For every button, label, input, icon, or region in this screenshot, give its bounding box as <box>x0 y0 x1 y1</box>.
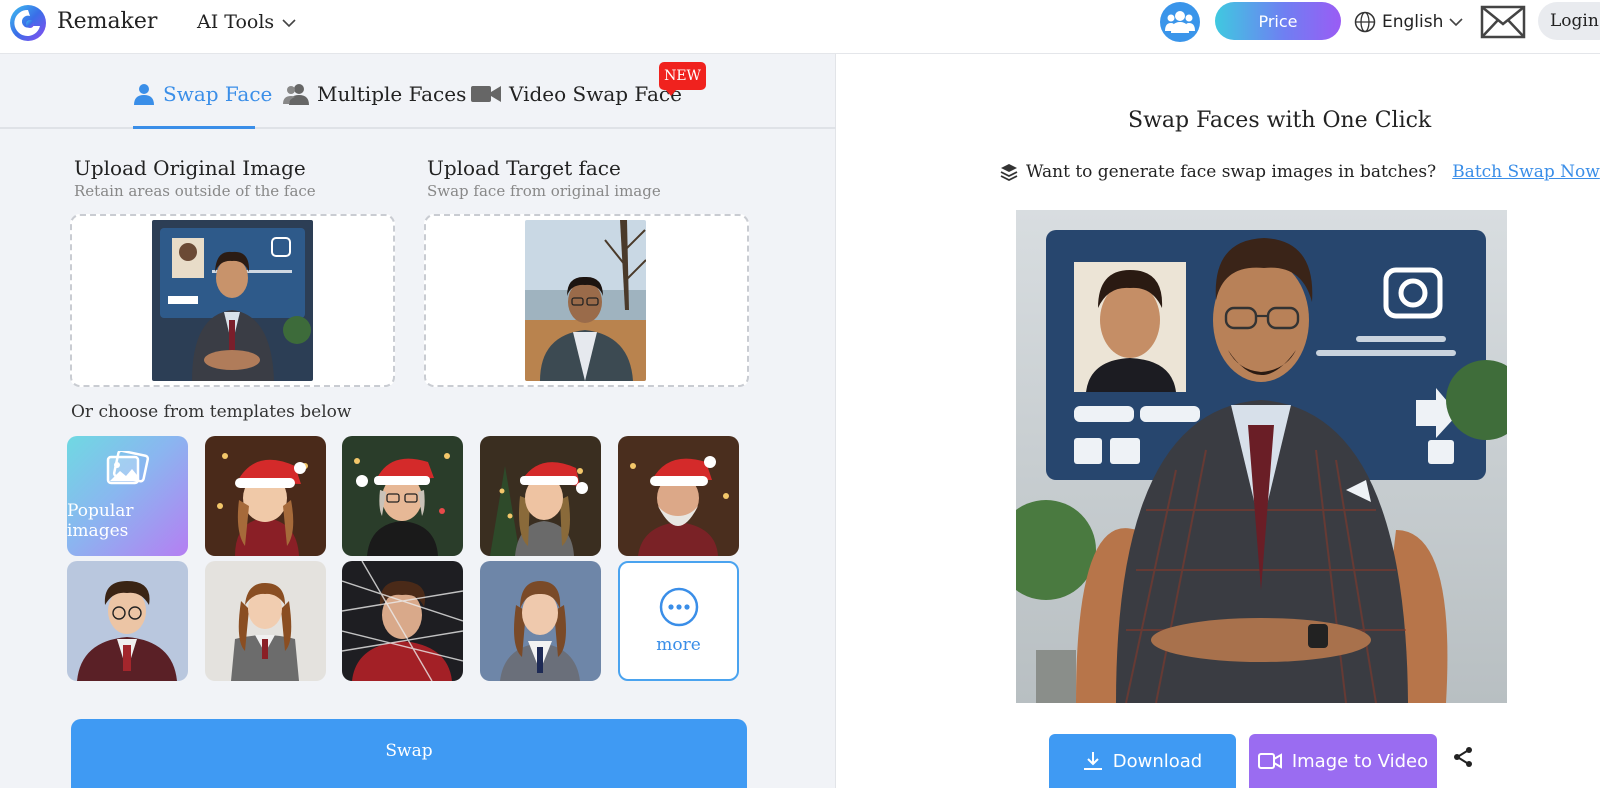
brand-name[interactable]: Remaker <box>57 9 157 34</box>
upload-original-subtitle: Retain areas outside of the face <box>74 182 316 200</box>
result-title: Swap Faces with One Click <box>1128 108 1432 133</box>
video-camera-icon <box>1257 753 1282 769</box>
tab-multiple-faces[interactable]: Multiple Faces <box>283 82 466 106</box>
swap-button[interactable]: Swap <box>71 719 747 788</box>
popular-images-label: Popular images <box>67 501 134 541</box>
image-to-video-button[interactable]: Image to Video <box>1249 734 1437 788</box>
upload-original-title: Upload Original Image <box>74 156 306 180</box>
ai-tools-menu[interactable]: AI Tools <box>197 11 296 33</box>
tab-label: Swap Face <box>163 82 273 106</box>
download-label: Download <box>1112 750 1203 772</box>
template-item[interactable] <box>205 436 326 556</box>
batch-swap-text: Want to generate face swap images in bat… <box>1026 162 1437 182</box>
share-icon[interactable] <box>1451 745 1475 769</box>
target-face-dropzone[interactable] <box>424 214 749 387</box>
result-image <box>1016 210 1507 703</box>
top-navbar: Remaker AI Tools Price English Login <box>0 0 1600 54</box>
template-item[interactable] <box>480 561 601 681</box>
more-dots-icon <box>659 587 698 627</box>
chevron-down-icon <box>1449 17 1463 26</box>
batch-swap-link[interactable]: Batch Swap Now <box>1452 162 1600 182</box>
upload-target-title: Upload Target face <box>427 156 621 180</box>
template-item[interactable] <box>480 436 601 556</box>
tab-label: Video Swap Face <box>509 82 682 106</box>
community-icon[interactable] <box>1160 2 1200 42</box>
template-item[interactable] <box>342 436 463 556</box>
more-templates-tile[interactable]: more <box>618 561 739 681</box>
login-button[interactable]: Login <box>1538 2 1600 40</box>
language-label: English <box>1382 12 1444 32</box>
templates-label: Or choose from templates below <box>71 402 352 422</box>
more-label: more <box>656 635 701 655</box>
ai-tools-label: AI Tools <box>197 11 275 33</box>
batch-swap-row: Want to generate face swap images in bat… <box>1000 162 1600 182</box>
users-group-icon <box>1165 11 1195 33</box>
remaker-logo-icon[interactable] <box>8 2 48 42</box>
original-image-dropzone[interactable] <box>70 214 395 387</box>
download-icon <box>1083 752 1102 770</box>
popular-images-tile[interactable]: Popular images <box>67 436 188 556</box>
target-face-preview <box>525 220 646 381</box>
users-icon <box>283 84 309 105</box>
mode-tabs: Swap Face Multiple Faces Video Swap Face… <box>0 54 836 129</box>
original-image-preview <box>152 220 313 381</box>
mail-icon[interactable] <box>1480 5 1526 39</box>
video-camera-icon <box>471 86 501 102</box>
tab-label: Multiple Faces <box>317 82 467 106</box>
globe-icon <box>1354 11 1376 33</box>
language-selector[interactable]: English <box>1354 11 1463 33</box>
active-tab-indicator <box>133 126 255 129</box>
chevron-down-icon <box>282 18 296 27</box>
price-button[interactable]: Price <box>1215 2 1341 40</box>
template-item[interactable] <box>618 436 739 556</box>
new-badge: NEW <box>659 62 706 96</box>
swap-form-panel: Swap Face Multiple Faces Video Swap Face… <box>0 54 836 788</box>
download-button[interactable]: Download <box>1049 734 1236 788</box>
upload-target-subtitle: Swap face from original image <box>427 182 661 200</box>
images-icon <box>106 451 149 485</box>
user-icon <box>134 84 154 105</box>
tab-video-swap-face[interactable]: Video Swap Face <box>471 82 682 106</box>
template-item[interactable] <box>205 561 326 681</box>
template-item[interactable] <box>342 561 463 681</box>
layers-icon <box>1000 164 1018 181</box>
tab-swap-face[interactable]: Swap Face <box>133 82 272 106</box>
template-item[interactable] <box>67 561 188 681</box>
image-to-video-label: Image to Video <box>1291 750 1429 772</box>
